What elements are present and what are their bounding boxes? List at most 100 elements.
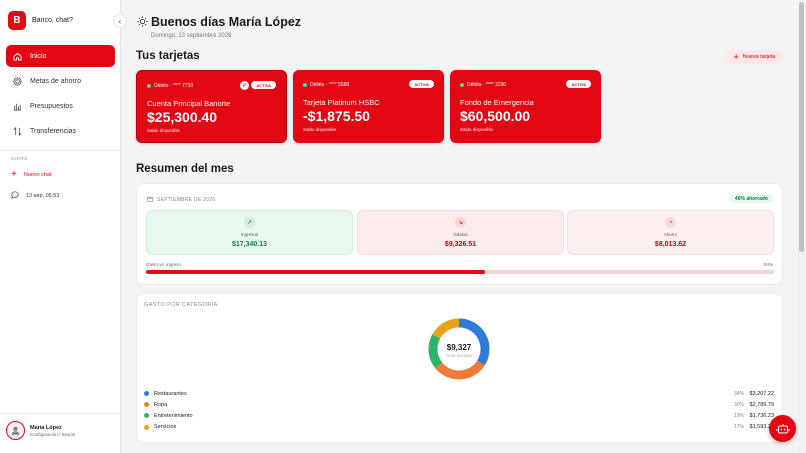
app: B Banco, chat? Inicio Metas de ahorro Pr… bbox=[0, 0, 806, 453]
brand[interactable]: B Banco, chat? bbox=[8, 11, 73, 30]
card-name: Fondo de Emergencia bbox=[460, 98, 534, 107]
scrollbar-thumb[interactable] bbox=[799, 2, 804, 252]
sidebar-item-transferencias[interactable]: Transferencias bbox=[6, 121, 115, 143]
donut-total: $9,327 bbox=[447, 343, 472, 352]
sidebar-item-label: Metas de ahorro bbox=[30, 77, 81, 85]
main-content: Buenos días María López Domingo, 13 sept… bbox=[121, 0, 806, 453]
legend-percent: 17% bbox=[733, 424, 744, 431]
sidebar-item-label: Presupuestos bbox=[30, 103, 73, 111]
income-label: Ingresos bbox=[240, 232, 259, 237]
legend-amount: $2,789.79 bbox=[749, 401, 774, 408]
transfer-icon bbox=[12, 127, 22, 137]
sidebar-item-label: Inicio bbox=[30, 52, 47, 60]
sidebar-item-label: Transferencias bbox=[30, 128, 77, 136]
target-icon bbox=[12, 76, 22, 86]
legend-color-dot bbox=[144, 424, 149, 430]
category-donut-chart: $9,327 TOTAL GASTADO bbox=[428, 318, 490, 380]
chat-history-item[interactable]: 13 sep, 05:53 bbox=[11, 191, 59, 201]
plus-icon: + bbox=[733, 51, 739, 62]
sidebar-nav: Inicio Metas de ahorro Presupuestos Tran… bbox=[6, 45, 115, 146]
card-number-text: Débito · **** 2290 bbox=[467, 82, 507, 88]
saved-percent-badge: 46% ahorrado bbox=[729, 194, 773, 203]
trending-up-icon: ↗ bbox=[244, 217, 255, 228]
status-badge: ACTIVA bbox=[251, 81, 276, 89]
calendar-icon bbox=[147, 196, 153, 204]
expense-stat-card: ↘ Gastos $9,326.51 bbox=[357, 210, 564, 255]
status-dot bbox=[460, 83, 464, 87]
card-name: Tarjeta Platinum HSBC bbox=[303, 98, 380, 107]
card-balance-label: Saldo disponible bbox=[460, 127, 494, 132]
sidebar-item-metas[interactable]: Metas de ahorro bbox=[6, 70, 115, 92]
saving-label: Ahorro bbox=[663, 232, 678, 237]
monthly-summary-panel: SEPTIEMBRE DE 2026 46% ahorrado ↗ Ingres… bbox=[136, 183, 783, 285]
sidebar-item-inicio[interactable]: Inicio bbox=[6, 45, 115, 67]
legend-row[interactable]: Restaurantes 34% $3,207.22 bbox=[144, 388, 774, 399]
card-balance-label: Saldo disponible bbox=[147, 128, 181, 133]
avatar bbox=[6, 421, 25, 440]
scrollbar[interactable] bbox=[798, 0, 806, 453]
sidebar-item-presupuestos[interactable]: Presupuestos bbox=[6, 96, 115, 118]
spending-ratio-bar bbox=[146, 270, 774, 274]
legend-amount: $1,736.23 bbox=[749, 412, 774, 419]
card-number: Débito · **** 7710 bbox=[147, 83, 193, 89]
legend-color-dot bbox=[144, 391, 149, 397]
legend-percent: 30% bbox=[733, 401, 744, 408]
category-section-title: GASTO POR CATEGORÍA bbox=[144, 302, 218, 308]
category-legend: Restaurantes 34% $3,207.22 Ropa 30% $2,789.79… bbox=[144, 388, 774, 433]
new-chat-button[interactable]: + Nuevo chat bbox=[11, 170, 52, 180]
bank-card[interactable]: Débito · **** 7710 ✓ ACTIVA Cuenta Princ… bbox=[136, 70, 287, 143]
month-label: SEPTIEMBRE DE 2026 bbox=[147, 196, 215, 204]
chevron-left-icon: ‹ bbox=[118, 16, 122, 26]
legend-color-dot bbox=[144, 402, 149, 408]
piggy-bank-icon: ◔ bbox=[665, 217, 676, 228]
user-name: María López bbox=[30, 424, 62, 431]
bank-card[interactable]: Débito · **** 5588 ACTIVA Tarjeta Platin… bbox=[293, 70, 444, 143]
legend-category-name: Servicios bbox=[154, 424, 177, 431]
spending-ratio-label: Gasto vs. ingreso bbox=[146, 262, 182, 267]
card-number: Débito · **** 5588 bbox=[303, 82, 349, 88]
legend-category-name: Restaurantes bbox=[154, 390, 187, 397]
plus-icon: + bbox=[11, 169, 17, 180]
legend-row[interactable]: Servicios 17% $1,593.27 bbox=[144, 422, 774, 433]
income-stat-card: ↗ Ingresos $17,340.13 bbox=[146, 210, 353, 255]
legend-row[interactable]: Ropa 30% $2,789.79 bbox=[144, 399, 774, 410]
trending-down-icon: ↘ bbox=[455, 217, 466, 228]
saving-stat-card: ◔ Ahorro $8,013.62 bbox=[567, 210, 774, 255]
brand-logo: B bbox=[8, 11, 26, 30]
user-profile[interactable]: María López Configuración / Sesión bbox=[6, 421, 75, 440]
legend-category-name: Ropa bbox=[154, 401, 168, 408]
chat-assistant-button[interactable] bbox=[769, 415, 796, 442]
saving-value: $8,013.62 bbox=[654, 241, 687, 248]
legend-percent: 19% bbox=[733, 412, 744, 419]
new-card-button[interactable]: + Nueva tarjeta bbox=[726, 50, 783, 64]
sidebar: B Banco, chat? Inicio Metas de ahorro Pr… bbox=[0, 0, 121, 453]
sidebar-footer-divider bbox=[0, 413, 121, 414]
card-balance-label: Saldo disponible bbox=[303, 127, 337, 132]
home-icon bbox=[12, 51, 22, 61]
donut-total-label: TOTAL GASTADO bbox=[446, 354, 473, 358]
bank-card[interactable]: Débito · **** 2290 ACTIVA Fondo de Emerg… bbox=[450, 70, 601, 143]
category-spending-panel: GASTO POR CATEGORÍA $9,327 TOTAL GASTADO… bbox=[136, 293, 783, 443]
current-date: Domingo, 13 septiembre 2026 bbox=[151, 33, 232, 39]
new-card-label: Nueva tarjeta bbox=[742, 54, 776, 60]
collapse-sidebar-button[interactable]: ‹ bbox=[113, 14, 127, 28]
status-badge: ACTIVA bbox=[409, 80, 434, 88]
chat-bubble-icon bbox=[11, 191, 19, 201]
legend-color-dot bbox=[144, 413, 149, 419]
legend-row[interactable]: Entretenimiento 19% $1,736.23 bbox=[144, 410, 774, 421]
card-balance: -$1,875.50 bbox=[303, 108, 370, 124]
chat-history-label: 13 sep, 05:53 bbox=[26, 193, 60, 199]
card-number-text: Débito · **** 5588 bbox=[310, 82, 350, 88]
income-value: $17,340.13 bbox=[231, 241, 268, 248]
user-settings-link[interactable]: Configuración / Sesión bbox=[30, 432, 75, 437]
status-dot bbox=[303, 83, 307, 87]
status-dot bbox=[147, 84, 151, 88]
legend-category-name: Entretenimiento bbox=[154, 412, 193, 419]
expense-value: $9,326.51 bbox=[444, 241, 477, 248]
card-number-text: Débito · **** 7710 bbox=[154, 83, 194, 89]
budget-icon bbox=[12, 102, 22, 112]
legend-percent: 34% bbox=[733, 390, 744, 397]
page-title: Buenos días María López bbox=[151, 15, 302, 29]
user-icon bbox=[11, 426, 20, 435]
sidebar-divider bbox=[0, 150, 121, 151]
